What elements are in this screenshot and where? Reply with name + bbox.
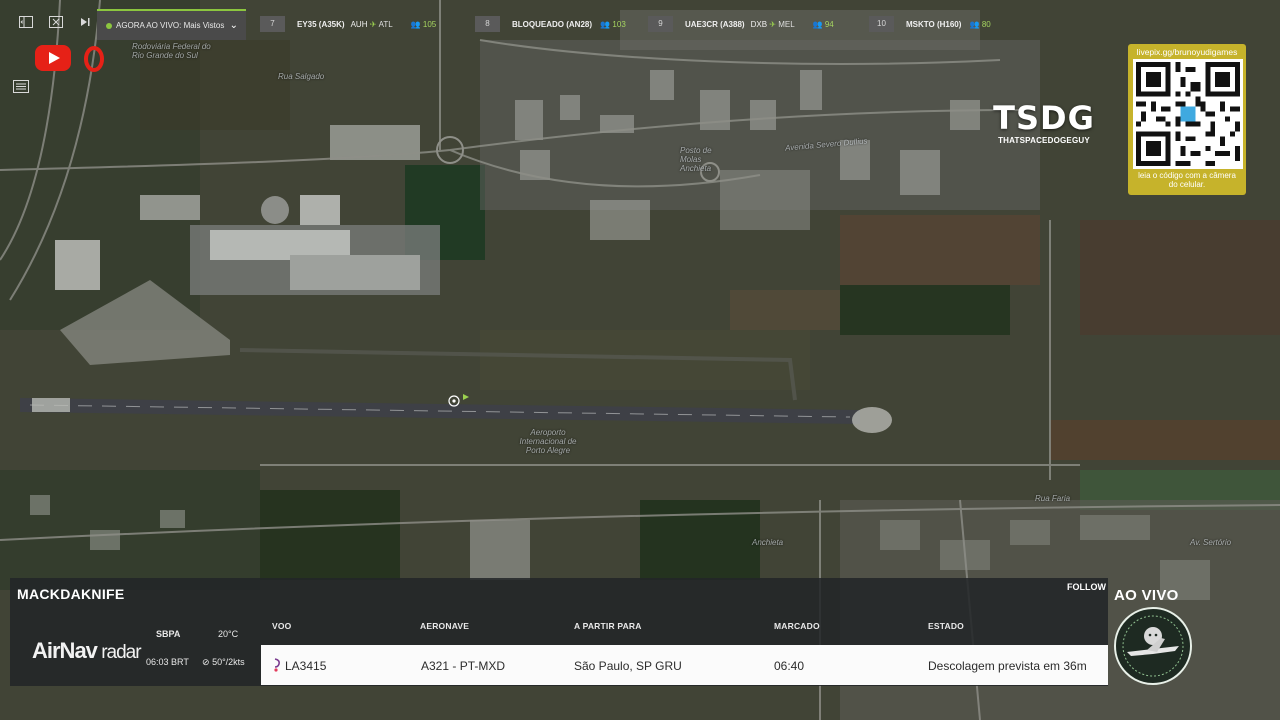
- flight-rank: 9: [648, 16, 673, 32]
- flight-chip-8[interactable]: 8 BLOQUEADO (AN28) 👥 103: [475, 16, 626, 32]
- follow-button[interactable]: FOLLOW: [1067, 582, 1106, 592]
- wind-readout: ⊘ 50°/2kts: [202, 657, 245, 668]
- flight-code: BLOQUEADO (AN28): [512, 19, 593, 29]
- header-aircraft: AERONAVE: [420, 621, 470, 631]
- airline-logo-icon: [274, 658, 280, 672]
- map-label-rua-salgado: Rua Salgado: [278, 72, 325, 81]
- channel-badge-icon: [1114, 607, 1192, 685]
- airnav-brand: AirNav: [32, 638, 98, 663]
- table-row[interactable]: LA3415 A321 - PT-MXD São Paulo, SP GRU 0…: [261, 645, 1108, 685]
- flight-rank: 7: [260, 16, 285, 32]
- flight-number: LA3415: [285, 659, 327, 673]
- map-label-anchieta: Anchieta: [752, 538, 784, 547]
- flight-dest: MEL: [778, 19, 795, 29]
- logo-subtitle: THATSPACEDOGEGUY: [998, 136, 1090, 145]
- username: MACKDAKNIFE: [17, 586, 125, 602]
- flight-dest: ATL: [378, 19, 393, 29]
- flight-info-panel: MACKDAKNIFE FOLLOW AirNav radar SBPA 06:…: [10, 578, 1108, 686]
- channel-logo: TSDG THATSPACEDOGEGUY: [980, 100, 1108, 150]
- header-route: A PARTIR PARA: [574, 621, 642, 631]
- viewers-icon: 👥: [967, 19, 982, 29]
- map-label-rodoviaria: Rodoviária Federal do Rio Grande do Sul: [132, 42, 211, 60]
- local-time: 06:03 BRT: [146, 657, 189, 667]
- next-icon[interactable]: [76, 16, 94, 32]
- flight-chip-10[interactable]: 10 MSKTO (H160) 👥 80: [869, 16, 991, 32]
- map-label-rua-faria: Rua Faria: [1035, 494, 1071, 503]
- temperature: 20°C: [218, 629, 239, 639]
- panel-toggle-icon[interactable]: [13, 80, 29, 93]
- flight-code: UAE3CR (A388): [685, 19, 745, 29]
- qr-code-icon: [1133, 59, 1243, 169]
- flight-views: 94: [824, 19, 834, 29]
- fullscreen-close-icon[interactable]: [47, 16, 65, 32]
- flight-status: Descolagem prevista em 36m: [928, 659, 1087, 673]
- flight-views: 80: [981, 19, 991, 29]
- flight-code: MSKTO (H160): [906, 19, 962, 29]
- live-label: AO VIVO: [1114, 587, 1179, 604]
- airnav-logo: AirNav radar: [32, 638, 142, 664]
- wind-icon: ⊘: [202, 657, 210, 667]
- flight-rank: 8: [475, 16, 500, 32]
- flight-origin: DXB: [750, 19, 768, 29]
- flight-chip-7[interactable]: 7 EY35 (A35K) AUH ✈ ATL 👥 105: [260, 16, 436, 32]
- header-status: ESTADO: [928, 621, 964, 631]
- airnav-brand-suffix: radar: [96, 642, 141, 663]
- live-feed-label: AGORA AO VIVO: Mais Vistos: [116, 21, 225, 30]
- airport-code: SBPA: [156, 629, 181, 639]
- map-label-sertorio: Av. Sertório: [1190, 538, 1232, 547]
- donation-qr-card[interactable]: livepix.gg/brunoyudigames leia o código …: [1128, 44, 1246, 195]
- map-label-airport: Aeroporto Internacional de Porto Alegre: [519, 428, 577, 455]
- map-label-posto: Posto de Molas Anchieta: [680, 146, 712, 173]
- viewer-count-icon: [84, 46, 104, 72]
- viewers-icon: 👥: [812, 19, 825, 29]
- flight-views: 105: [422, 19, 437, 29]
- flight-origin: AUH: [350, 19, 368, 29]
- wind-value: 50°/2kts: [212, 657, 245, 667]
- logo-text: TSDG: [993, 99, 1095, 137]
- live-feed-select[interactable]: AGORA AO VIVO: Mais Vistos ⌄: [97, 9, 246, 40]
- viewers-icon: 👥: [410, 19, 423, 29]
- flight-chip-9[interactable]: 9 UAE3CR (A388) DXB ✈ MEL 👥 94: [648, 16, 834, 32]
- viewers-icon: 👥: [598, 19, 613, 29]
- top-bar: AGORA AO VIVO: Mais Vistos ⌄ 7 EY35 (A35…: [0, 7, 1010, 41]
- live-dot-icon: [106, 22, 112, 29]
- qr-caption: leia o código com a câmera do celular.: [1138, 171, 1236, 189]
- flight-code: EY35 (A35K): [297, 19, 345, 29]
- youtube-icon[interactable]: [34, 44, 72, 72]
- chevron-down-icon: ⌄: [229, 20, 238, 31]
- table-header: VOO AERONAVE A PARTIR PARA MARCADO ESTAD…: [260, 621, 1108, 635]
- route: São Paulo, SP GRU: [574, 659, 682, 673]
- scheduled-time: 06:40: [774, 659, 805, 673]
- header-scheduled: MARCADO: [774, 621, 820, 631]
- sidebar-toggle-icon[interactable]: [17, 16, 35, 32]
- qr-url: livepix.gg/brunoyudigames: [1136, 47, 1238, 57]
- plane-icon: ✈: [367, 19, 379, 29]
- aircraft-type: A321 - PT-MXD: [421, 659, 506, 673]
- header-flight: VOO: [272, 621, 292, 631]
- plane-icon: ✈: [767, 19, 779, 29]
- flight-views: 103: [612, 19, 626, 29]
- flight-rank: 10: [869, 16, 894, 32]
